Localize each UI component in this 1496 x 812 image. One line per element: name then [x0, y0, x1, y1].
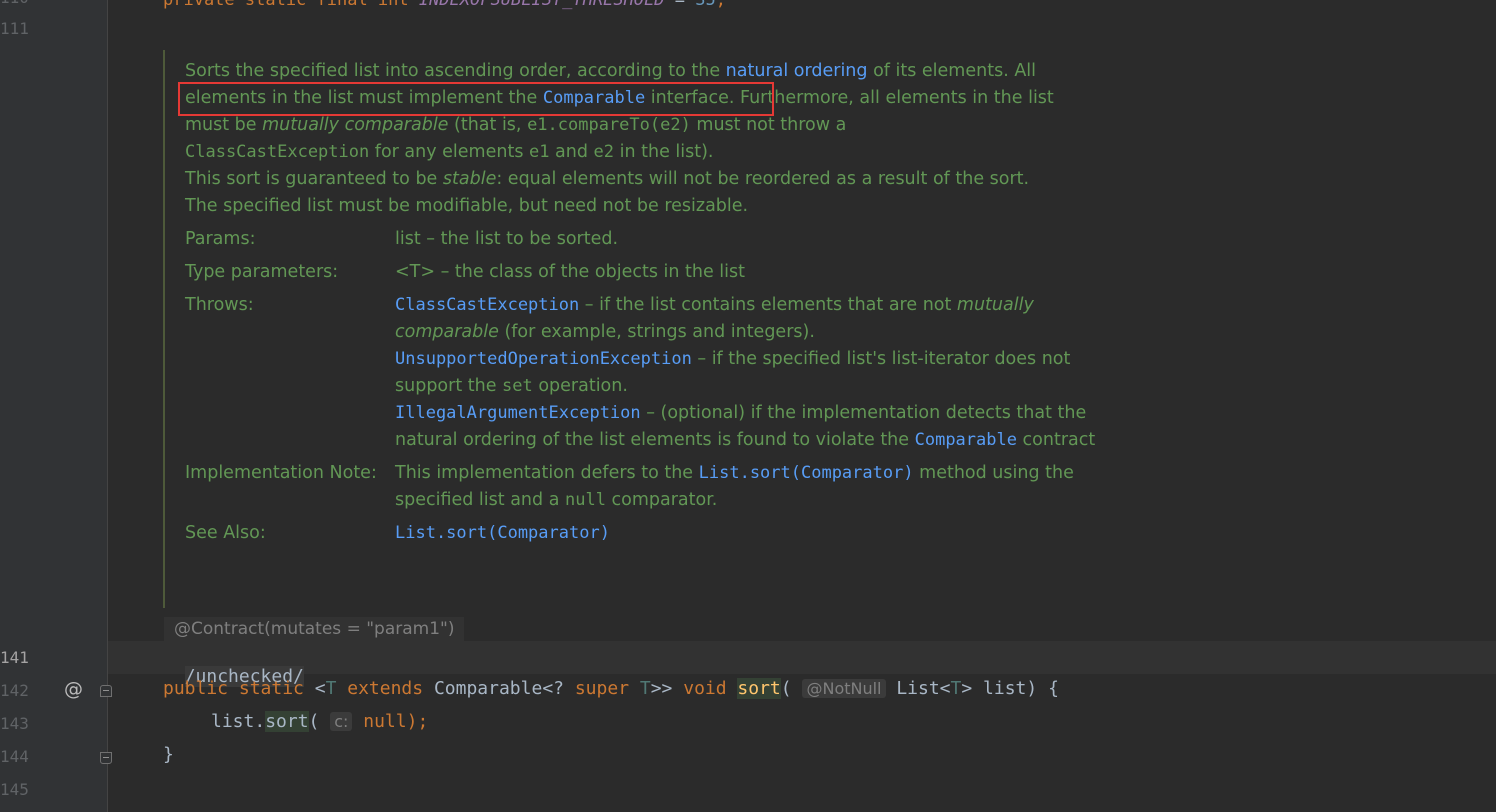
punctuation: <: [314, 678, 326, 699]
parameters: > list) {: [961, 678, 1059, 699]
operator: =: [664, 0, 696, 10]
doc-code: set: [502, 376, 533, 396]
doc-code: null: [564, 490, 606, 510]
doc-text: This sort is guaranteed to be: [185, 169, 443, 189]
fold-end-icon[interactable]: [100, 752, 112, 764]
code-line-144[interactable]: }: [163, 744, 174, 765]
keyword: void: [683, 678, 738, 699]
see-also-value: List.sort(Comparator): [395, 514, 1115, 547]
semicolon: ;: [715, 0, 726, 10]
fold-collapse-icon[interactable]: [100, 685, 112, 697]
punctuation: (: [308, 711, 331, 732]
javadoc-rendered-block: Sorts the specified list into ascending …: [163, 50, 1496, 608]
doc-text: Furthermore, all elements in the list: [734, 88, 1054, 108]
doc-text: of its elements. All: [867, 61, 1037, 81]
code-line-143[interactable]: list.sort( c: null);: [211, 711, 428, 732]
keyword: private static final int: [163, 0, 419, 10]
constant-name: INDEXOFSUBLIST_THRESHOLD: [418, 0, 665, 10]
doc-text: This implementation defers to the: [395, 463, 699, 483]
doc-code: ClassCastException: [185, 142, 370, 162]
parameter-hint: c:: [330, 712, 353, 731]
line-number: 141: [0, 648, 29, 667]
doc-text: operation.: [532, 376, 628, 396]
doc-text: contract: [1016, 430, 1096, 450]
doc-code: e1: [529, 142, 550, 162]
doc-text: and: [549, 142, 594, 162]
throws-label: Throws:: [185, 295, 254, 315]
identifier: list.: [211, 711, 266, 732]
override-marker-icon[interactable]: @: [64, 678, 83, 700]
doc-emphasis: mutually comparable: [262, 115, 449, 135]
line-number: 145: [0, 780, 29, 799]
doc-text: comparator.: [605, 490, 718, 510]
doc-text: in the list).: [614, 142, 714, 162]
params-label: Params:: [185, 229, 256, 249]
line-number: 142: [0, 681, 29, 700]
params-value: list – the list to be sorted.: [395, 229, 619, 249]
keyword: extends: [336, 678, 434, 699]
highlight-rectangle: [178, 82, 774, 116]
line-number: 144: [0, 747, 29, 766]
doc-paragraph-2: This sort is guaranteed to be stable: eq…: [185, 166, 1115, 193]
illegalargumentexception-link[interactable]: IllegalArgumentException: [395, 403, 641, 423]
inferred-annotation-hint: @Contract(mutates = "param1"): [164, 617, 465, 641]
code-line-142[interactable]: public static <T extends Comparable<? su…: [163, 678, 1059, 699]
line-number: 110: [0, 0, 40, 7]
line-number: 143: [0, 714, 29, 733]
doc-emphasis: stable: [442, 169, 497, 189]
list-sort-link[interactable]: List.sort(Comparator): [699, 463, 914, 483]
natural-ordering-link[interactable]: natural ordering: [726, 61, 868, 81]
doc-code: e1.compareTo(e2): [527, 115, 691, 135]
unsupportedoperationexception-link[interactable]: UnsupportedOperationException: [395, 349, 692, 369]
impl-note-value: This implementation defers to the List.s…: [395, 454, 1115, 514]
see-also-label: See Also:: [185, 523, 266, 543]
type-param: T: [325, 678, 337, 699]
type-params-value: <T> – the class of the objects in the li…: [395, 262, 745, 282]
punctuation: >>: [650, 678, 684, 699]
editor-gutter: 110 111 141 142 143 144 145 @: [0, 0, 112, 812]
line-number: 111: [0, 19, 29, 38]
number-literal: 35: [695, 0, 716, 10]
type-param: T: [639, 678, 651, 699]
see-also-list-sort-link[interactable]: List.sort(Comparator): [395, 523, 610, 543]
comparable-link[interactable]: Comparable: [915, 430, 1017, 450]
keyword: null: [352, 711, 407, 732]
type-param: T: [950, 678, 962, 699]
current-line-highlight: [108, 641, 1496, 674]
notnull-hint: @NotNull: [802, 679, 886, 698]
keyword: public static: [163, 678, 315, 699]
doc-tags-table: Params: list – the list to be sorted. Ty…: [185, 226, 1115, 547]
keyword: super: [574, 678, 630, 699]
type-params-label: Type parameters:: [185, 262, 339, 282]
doc-text: must not throw a: [690, 115, 847, 135]
doc-code: e2: [593, 142, 615, 162]
doc-text: : equal elements will not be reordered a…: [496, 169, 1030, 189]
doc-paragraph-3: The specified list must be modifiable, b…: [185, 196, 749, 216]
method-call[interactable]: sort: [265, 711, 309, 732]
punctuation: );: [406, 711, 429, 732]
classcastexception-link[interactable]: ClassCastException: [395, 295, 579, 315]
doc-text: (that is,: [448, 115, 528, 135]
doc-text: Sorts the specified list into ascending …: [185, 61, 726, 81]
method-name[interactable]: sort: [737, 678, 781, 699]
type-name: Comparable<?: [433, 678, 575, 699]
doc-text: for any elements: [369, 142, 529, 162]
doc-text: must be: [185, 115, 263, 135]
doc-text: – if the list contains elements that are…: [579, 295, 957, 315]
impl-note-label: Implementation Note:: [185, 463, 377, 483]
type-name: List<: [885, 678, 951, 699]
doc-text: (for example, strings and integers).: [498, 322, 815, 342]
punctuation: (: [780, 678, 803, 699]
throws-value: ClassCastException – if the list contain…: [395, 286, 1115, 454]
code-line-110: private static final int INDEXOFSUBLIST_…: [163, 0, 726, 10]
